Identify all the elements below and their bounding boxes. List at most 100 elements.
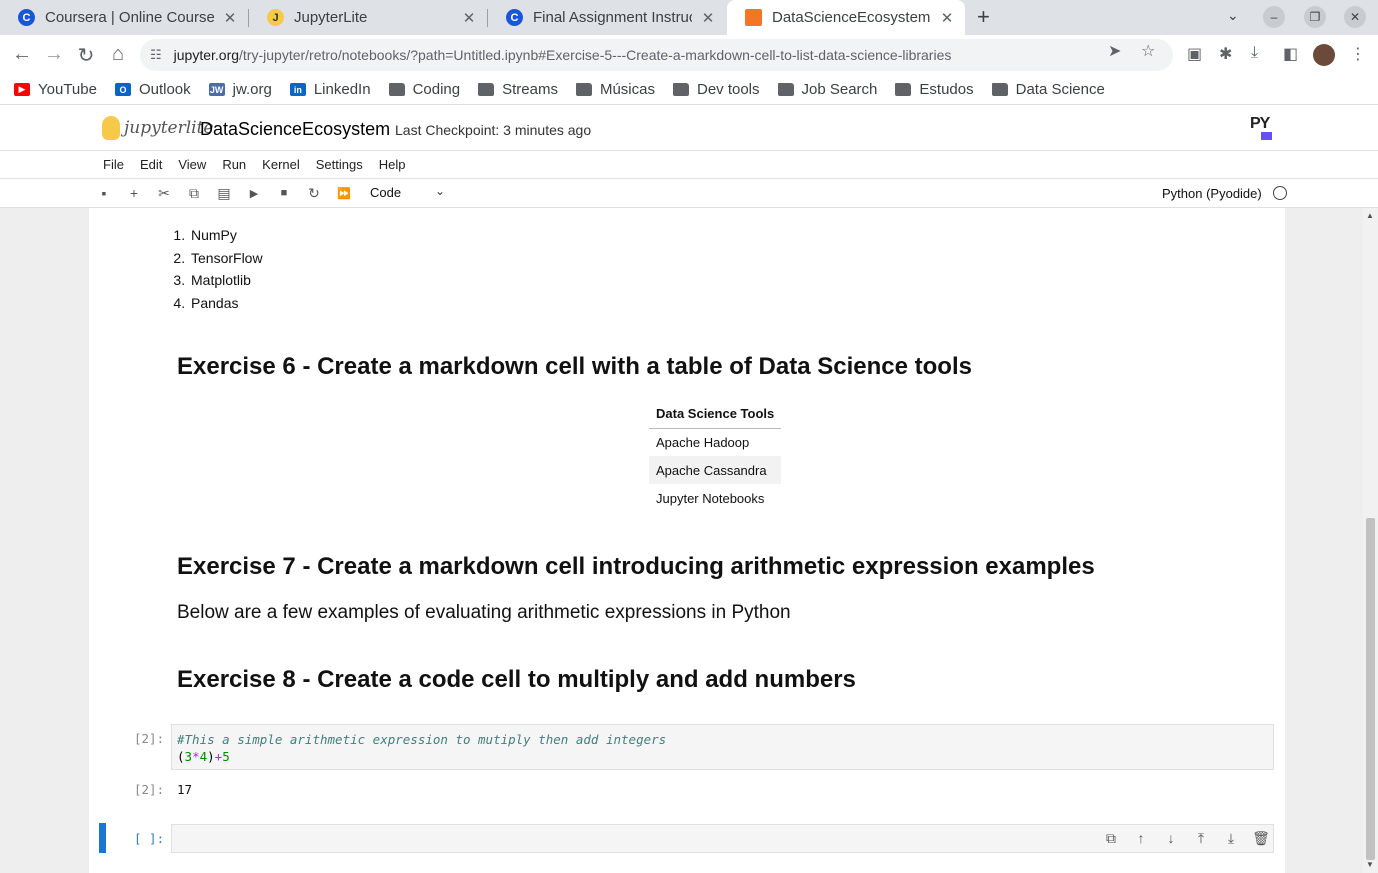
close-icon[interactable]: ✕ bbox=[222, 9, 238, 27]
bookmark-linkedin[interactable]: in LinkedIn bbox=[289, 81, 371, 98]
pyodide-logo: PY bbox=[1250, 115, 1272, 140]
send-icon[interactable]: ➤ bbox=[1108, 41, 1121, 61]
bookmark-label: Outlook bbox=[138, 81, 191, 98]
output-prompt: [2]: bbox=[134, 782, 165, 797]
back-icon[interactable]: ← bbox=[10, 43, 34, 66]
bookmark-data-science[interactable]: Data Science bbox=[991, 81, 1105, 98]
scroll-down-icon[interactable]: ▼ bbox=[1366, 860, 1374, 869]
tab-datascienceecosystem[interactable]: DataScienceEcosystem ✕ bbox=[727, 0, 965, 35]
bookmark-label: jw.org bbox=[232, 81, 272, 98]
site-info-icon[interactable]: ☷ bbox=[150, 47, 162, 63]
close-icon[interactable]: ✕ bbox=[939, 9, 955, 27]
minimize-icon[interactable]: – bbox=[1263, 6, 1285, 28]
chevron-down-icon: ⌄ bbox=[435, 184, 446, 198]
cell-type-value: Code bbox=[370, 185, 402, 200]
exercise-8-heading: Exercise 8 - Create a code cell to multi… bbox=[177, 666, 856, 693]
add-cell-icon[interactable]: + bbox=[125, 185, 143, 201]
cast-icon[interactable]: ▣ bbox=[1187, 44, 1202, 64]
linkedin-icon: in bbox=[289, 83, 306, 96]
reload-icon[interactable]: ↻ bbox=[74, 43, 98, 68]
url-input[interactable]: ☷ jupyter.org/try-jupyter/retro/notebook… bbox=[140, 39, 1173, 71]
run-icon[interactable]: ▶ bbox=[245, 187, 263, 200]
menu-view[interactable]: View bbox=[178, 157, 206, 172]
paste-icon[interactable]: ▤ bbox=[215, 185, 233, 202]
bookmarks-bar: ▶ YouTube O Outlook JW jw.org in LinkedIn Co… bbox=[0, 75, 1378, 105]
menu-file[interactable]: File bbox=[103, 157, 124, 172]
bookmark-dev-tools[interactable]: Dev tools bbox=[672, 81, 760, 98]
exercise-7-text: Below are a few examples of evaluating a… bbox=[177, 602, 791, 623]
cut-icon[interactable]: ✂ bbox=[155, 185, 173, 202]
menu-run[interactable]: Run bbox=[222, 157, 246, 172]
insert-below-icon[interactable]: ⤓ bbox=[1222, 830, 1240, 847]
save-icon[interactable]: ▪ bbox=[95, 185, 113, 201]
forward-icon[interactable]: → bbox=[42, 43, 66, 66]
code-comment: #This a simple arithmetic expression to … bbox=[177, 732, 667, 747]
menu-bar: File Edit View Run Kernel Settings Help bbox=[0, 151, 1378, 179]
restore-icon[interactable]: ❐ bbox=[1304, 6, 1326, 28]
scrollbar-thumb[interactable] bbox=[1366, 518, 1375, 860]
folder-icon bbox=[672, 83, 689, 96]
vertical-scrollbar[interactable]: ▲ ▼ bbox=[1363, 208, 1378, 873]
sidepanel-icon[interactable]: ◧ bbox=[1283, 44, 1298, 64]
star-icon[interactable]: ☆ bbox=[1141, 41, 1155, 61]
close-icon[interactable]: ✕ bbox=[700, 9, 716, 27]
jupyter-header: jupyterlite DataScienceEcosystem Last Ch… bbox=[0, 106, 1378, 151]
kernel-name[interactable]: Python (Pyodide) bbox=[1162, 186, 1262, 201]
folder-icon bbox=[777, 83, 794, 96]
scroll-up-icon[interactable]: ▲ bbox=[1366, 211, 1374, 220]
new-tab-icon[interactable]: + bbox=[977, 4, 990, 30]
close-icon[interactable]: ✕ bbox=[461, 9, 477, 27]
jupyterlite-logo[interactable]: jupyterlite bbox=[102, 116, 214, 140]
tools-table: Data Science Tools Apache Hadoop Apache … bbox=[649, 400, 782, 512]
copy-icon[interactable]: ⧉ bbox=[185, 185, 203, 202]
bookmark-streams[interactable]: Streams bbox=[478, 81, 558, 98]
bookmark-youtube[interactable]: ▶ YouTube bbox=[14, 81, 97, 98]
jw-icon: JW bbox=[208, 83, 225, 96]
fast-forward-icon[interactable]: ⏩ bbox=[335, 187, 353, 200]
bookmark-coding[interactable]: Coding bbox=[388, 81, 460, 98]
tab-final-assignment[interactable]: C Final Assignment Instructi ✕ bbox=[488, 0, 726, 35]
table-cell: Jupyter Notebooks bbox=[656, 490, 765, 506]
code-cell-input[interactable]: #This a simple arithmetic expression to … bbox=[171, 724, 1274, 770]
tab-title: Coursera | Online Courses bbox=[45, 9, 214, 26]
menu-settings[interactable]: Settings bbox=[316, 157, 363, 172]
folder-icon bbox=[575, 83, 592, 96]
tab-jupyterlite[interactable]: J JupyterLite ✕ bbox=[249, 0, 487, 35]
avatar[interactable] bbox=[1313, 44, 1335, 66]
bookmark-job-search[interactable]: Job Search bbox=[777, 81, 877, 98]
close-window-icon[interactable]: ✕ bbox=[1344, 6, 1366, 28]
tab-title: DataScienceEcosystem bbox=[772, 9, 931, 26]
duplicate-cell-icon[interactable]: ⧉ bbox=[1102, 830, 1120, 847]
bookmark-label: Streams bbox=[502, 81, 558, 98]
bookmark-outlook[interactable]: O Outlook bbox=[114, 81, 191, 98]
list-item: NumPy bbox=[189, 224, 263, 247]
menu-edit[interactable]: Edit bbox=[140, 157, 162, 172]
bookmark-label: Estudos bbox=[919, 81, 974, 98]
table-cell: Apache Cassandra bbox=[649, 456, 782, 484]
delete-cell-icon[interactable]: 🗑 bbox=[1252, 830, 1270, 847]
notebook-area: NumPy TensorFlow Matplotlib Pandas Exerc… bbox=[0, 208, 1378, 873]
move-down-icon[interactable]: ↓ bbox=[1162, 830, 1180, 846]
bookmark-label: Dev tools bbox=[696, 81, 760, 98]
tab-coursera[interactable]: C Coursera | Online Courses ✕ bbox=[0, 0, 248, 35]
bookmark-jw[interactable]: JW jw.org bbox=[208, 81, 272, 98]
more-menu-icon[interactable]: ⋮ bbox=[1350, 44, 1366, 64]
stop-icon[interactable]: ■ bbox=[275, 187, 293, 199]
bookmark-estudos[interactable]: Estudos bbox=[895, 81, 974, 98]
cell-type-select[interactable]: Code ⌄ bbox=[370, 184, 450, 200]
home-icon[interactable]: ⌂ bbox=[106, 43, 130, 66]
chevron-down-icon[interactable]: ⌄ bbox=[1227, 7, 1239, 24]
input-prompt: [2]: bbox=[134, 731, 165, 746]
jupyterlite-bulb-icon bbox=[102, 116, 120, 140]
restart-icon[interactable]: ↻ bbox=[305, 185, 323, 202]
menu-kernel[interactable]: Kernel bbox=[262, 157, 300, 172]
menu-help[interactable]: Help bbox=[379, 157, 406, 172]
download-icon[interactable]: ⤓ bbox=[1251, 44, 1258, 62]
notebook-title[interactable]: DataScienceEcosystem bbox=[200, 119, 390, 140]
bookmark-label: YouTube bbox=[38, 81, 97, 98]
bookmark-musicas[interactable]: Músicas bbox=[575, 81, 655, 98]
address-bar: ← → ↻ ⌂ ☷ jupyter.org/try-jupyter/retro/… bbox=[0, 35, 1378, 75]
move-up-icon[interactable]: ↑ bbox=[1132, 830, 1150, 846]
insert-above-icon[interactable]: ⤒ bbox=[1192, 830, 1210, 847]
extensions-icon[interactable]: ✱ bbox=[1219, 44, 1232, 64]
